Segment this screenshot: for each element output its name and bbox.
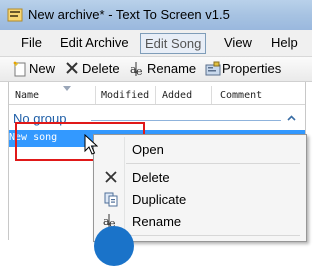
svg-text:e: e bbox=[136, 65, 143, 77]
menu-file[interactable]: File bbox=[21, 30, 42, 56]
context-rename-label: Rename bbox=[132, 214, 182, 229]
column-divider[interactable] bbox=[155, 86, 156, 104]
new-button[interactable]: New bbox=[12, 60, 58, 78]
rename-button[interactable]: a e Rename bbox=[130, 60, 198, 78]
properties-button[interactable]: Properties bbox=[205, 60, 285, 78]
context-menu: Open Delete Duplicate a e Rename bbox=[93, 134, 307, 242]
rename-icon: a e bbox=[130, 62, 143, 77]
app-icon bbox=[7, 8, 23, 22]
new-icon bbox=[13, 61, 26, 77]
context-separator bbox=[126, 163, 300, 164]
menu-help[interactable]: Help bbox=[271, 30, 298, 56]
column-divider[interactable] bbox=[211, 86, 212, 104]
context-duplicate[interactable]: Duplicate bbox=[96, 188, 302, 210]
properties-label: Properties bbox=[222, 61, 282, 76]
x-icon bbox=[105, 171, 117, 183]
menu-view[interactable]: View bbox=[224, 30, 252, 56]
menu-bar: File Edit Archive Edit Song View Help bbox=[0, 30, 312, 57]
column-header-row: Name Modified Added Comment bbox=[9, 86, 305, 105]
group-divider bbox=[91, 120, 281, 121]
column-name[interactable]: Name bbox=[15, 90, 39, 101]
collapse-icon[interactable] bbox=[286, 113, 297, 124]
duplicate-icon bbox=[104, 192, 118, 207]
mouse-cursor-icon bbox=[84, 134, 98, 155]
rename-label: Rename bbox=[147, 61, 197, 76]
window-title: New archive* - Text To Screen v1.5 bbox=[28, 7, 230, 22]
column-comment[interactable]: Comment bbox=[220, 90, 262, 101]
context-separator bbox=[126, 235, 300, 236]
delete-button[interactable]: Delete bbox=[65, 60, 123, 78]
toolbar: New Delete a e Rename Properties bbox=[0, 57, 312, 82]
context-rename[interactable]: a e Rename bbox=[96, 210, 302, 232]
x-icon bbox=[66, 62, 78, 74]
new-label: New bbox=[29, 61, 56, 76]
sort-arrow-icon bbox=[63, 86, 71, 91]
column-modified[interactable]: Modified bbox=[101, 90, 149, 101]
context-delete-label: Delete bbox=[132, 170, 170, 185]
menu-edit-song[interactable]: Edit Song bbox=[140, 33, 207, 54]
context-delete[interactable]: Delete bbox=[96, 166, 302, 188]
title-bar[interactable]: New archive* - Text To Screen v1.5 bbox=[0, 0, 312, 30]
context-open[interactable]: Open bbox=[96, 138, 302, 160]
context-open-label: Open bbox=[132, 142, 164, 157]
column-divider[interactable] bbox=[95, 86, 96, 104]
properties-icon bbox=[205, 61, 221, 76]
menu-edit-archive[interactable]: Edit Archive bbox=[60, 30, 129, 56]
delete-label: Delete bbox=[82, 61, 120, 76]
column-added[interactable]: Added bbox=[162, 90, 192, 101]
context-duplicate-label: Duplicate bbox=[132, 192, 187, 207]
blue-orb-graphic bbox=[94, 226, 134, 266]
